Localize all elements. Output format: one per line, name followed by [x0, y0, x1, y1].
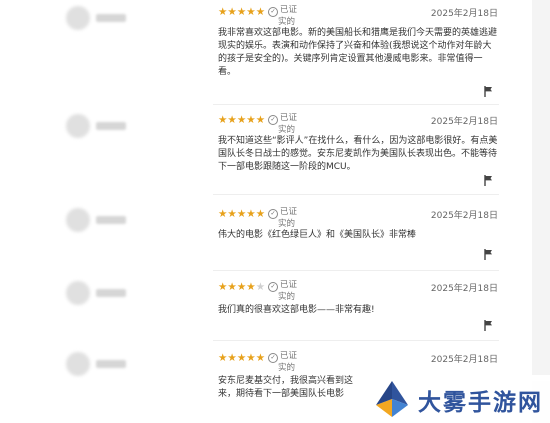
review-date: 2025年2月18日: [430, 211, 498, 221]
verified-purchase: ✓ 已证 实的: [268, 351, 297, 373]
star-rating: ★★★★★: [218, 352, 265, 364]
review-item: ★★★★★ ✓ 已证 实的 2025年2月18日 我们真的很喜欢这部电影——非常有…: [0, 278, 550, 343]
star-icon: ★: [218, 352, 228, 364]
star-icon: ★: [227, 208, 237, 220]
divider: [213, 194, 499, 195]
flag-icon[interactable]: [484, 175, 493, 186]
review-item: ★★★★★ ✓ 已证 实的 2025年2月18日 我不知道这些“影评人”在找什么，…: [0, 108, 550, 198]
star-icon: ★: [255, 352, 266, 364]
avatar: [66, 6, 90, 30]
star-rating: ★★★★★: [218, 281, 265, 293]
divider: [213, 270, 499, 271]
star-icon: ★: [236, 208, 247, 220]
star-icon: ★: [246, 114, 256, 126]
star-icon: ★: [227, 281, 237, 293]
star-icon: ★: [255, 281, 266, 293]
review-text: 我非常喜欢这部电影。新的美国船长和猎鹰是我们今天需要的英雄逃避现实的娱乐。表演和…: [218, 28, 498, 77]
verified-check-icon: ✓: [268, 115, 278, 125]
watermark-text: 大雾手游网: [418, 390, 543, 416]
review-date: 2025年2月18日: [430, 9, 498, 19]
avatar: [66, 352, 90, 376]
review-text: 伟大的电影《红色绿巨人》和《美国队长》非常棒: [218, 230, 417, 240]
avatar: [66, 281, 90, 305]
verified-purchase: ✓ 已证 实的: [268, 113, 297, 135]
reviewer[interactable]: [60, 6, 200, 32]
star-rating: ★★★★★: [218, 6, 265, 18]
scrollbar-track[interactable]: [532, 0, 550, 423]
star-rating: ★★★★★: [218, 208, 265, 220]
star-rating: ★★★★★: [218, 114, 265, 126]
star-icon: ★: [255, 208, 266, 220]
star-icon: ★: [255, 6, 266, 18]
star-icon: ★: [255, 114, 266, 126]
flag-icon[interactable]: [484, 320, 493, 331]
reviewer-name-blurred: [96, 14, 126, 22]
reviewer-name-blurred: [96, 360, 126, 368]
avatar: [66, 114, 90, 138]
reviewer-name-blurred: [96, 289, 126, 297]
review-date: 2025年2月18日: [430, 355, 498, 365]
flag-icon[interactable]: [484, 86, 493, 97]
reviewer-name-blurred: [96, 216, 126, 224]
verified-check-icon: ✓: [268, 7, 278, 17]
verified-purchase: ✓ 已证 实的: [268, 5, 297, 27]
star-icon: ★: [227, 114, 237, 126]
star-icon: ★: [227, 352, 237, 364]
verified-purchase: ✓ 已证 实的: [268, 207, 297, 229]
reviewer-name-blurred: [96, 122, 126, 130]
verified-purchase: ✓ 已证 实的: [268, 280, 297, 302]
verified-check-icon: ✓: [268, 353, 278, 363]
review-date: 2025年2月18日: [430, 284, 498, 294]
flag-icon[interactable]: [484, 249, 493, 260]
verified-check-icon: ✓: [268, 282, 278, 292]
star-icon: ★: [227, 6, 237, 18]
divider: [213, 340, 499, 341]
star-icon: ★: [218, 6, 228, 18]
star-icon: ★: [236, 114, 247, 126]
star-icon: ★: [246, 352, 256, 364]
star-icon: ★: [218, 208, 228, 220]
star-icon: ★: [236, 281, 247, 293]
star-icon: ★: [236, 6, 247, 18]
review-item: ★★★★★ ✓ 已证 实的 2025年2月18日 伟大的电影《红色绿巨人》和《美国…: [0, 204, 550, 274]
reviewer[interactable]: [60, 114, 200, 140]
verified-check-icon: ✓: [268, 209, 278, 219]
star-icon: ★: [218, 281, 228, 293]
avatar: [66, 208, 90, 232]
star-icon: ★: [218, 114, 228, 126]
review-item: ★★★★★ ✓ 已证 实的 2025年2月18日 我非常喜欢这部电影。新的美国船长…: [0, 0, 550, 90]
review-text: 我不知道这些“影评人”在找什么，看什么，因为这部电影很好。有点美国队长冬日战士的…: [218, 136, 498, 172]
star-icon: ★: [236, 352, 247, 364]
star-icon: ★: [246, 281, 256, 293]
reviews-list: ★★★★★ ✓ 已证 实的 2025年2月18日 我非常喜欢这部电影。新的美国船长…: [0, 0, 550, 423]
site-watermark: 大雾手游网: [368, 375, 550, 423]
divider: [213, 104, 499, 105]
review-text: 我们真的很喜欢这部电影——非常有趣!: [218, 305, 375, 315]
review-date: 2025年2月18日: [430, 117, 498, 127]
watermark-logo-icon: [376, 381, 408, 417]
reviewer[interactable]: [60, 352, 200, 378]
reviewer[interactable]: [60, 208, 200, 234]
star-icon: ★: [246, 208, 256, 220]
reviewer[interactable]: [60, 281, 200, 307]
star-icon: ★: [246, 6, 256, 18]
